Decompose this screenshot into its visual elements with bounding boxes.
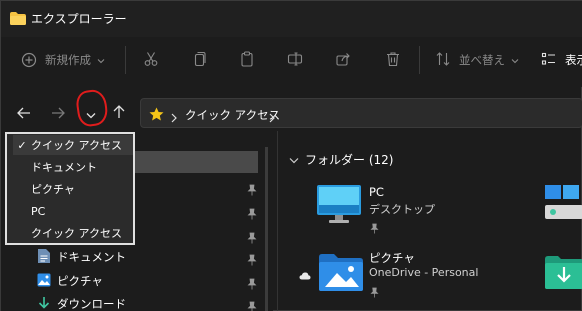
view-button-label: 表示 [565, 53, 582, 67]
star-icon [149, 106, 164, 125]
clipboard-icon [239, 50, 255, 70]
folders-group-header[interactable]: フォルダー (12) [289, 151, 393, 168]
pin-icon [370, 283, 379, 302]
rename-button[interactable] [287, 49, 303, 71]
picture-icon [37, 273, 51, 290]
delete-button[interactable] [385, 49, 401, 71]
paste-button[interactable] [239, 49, 255, 71]
breadcrumb-chevron-icon [269, 108, 275, 127]
view-button[interactable]: 表示 [541, 49, 582, 71]
up-button[interactable] [109, 103, 129, 123]
back-button[interactable] [14, 103, 34, 123]
arrow-up-icon [113, 104, 125, 123]
network-device-icon[interactable] [543, 183, 582, 223]
pin-icon [247, 298, 257, 311]
pin-icon [247, 275, 257, 290]
new-button-label: 新規作成 [45, 53, 91, 67]
tile-name[interactable]: ピクチャ [369, 250, 415, 266]
tile-name[interactable]: PC [369, 185, 384, 199]
chevron-down-icon [289, 153, 299, 167]
scissors-icon [143, 51, 159, 70]
menu-item-label: クイック アクセス [31, 227, 122, 240]
pin-icon [247, 181, 257, 196]
folder-app-icon [10, 10, 26, 25]
sidebar-scrollbar[interactable] [265, 147, 268, 311]
rename-icon [287, 51, 303, 70]
pin-icon [247, 229, 257, 244]
menu-item-label: PC [31, 204, 46, 218]
toolbar-separator [125, 46, 126, 74]
downloads-folder-icon[interactable] [543, 253, 582, 293]
menu-item-quick-access-2[interactable]: クイック アクセス [13, 223, 133, 243]
sort-button[interactable]: 並べ替え [435, 49, 519, 71]
view-list-icon [541, 51, 557, 70]
sidebar-item-downloads[interactable]: ダウンロード [37, 294, 126, 311]
document-icon [37, 248, 51, 267]
breadcrumb-chevron-icon [171, 108, 177, 127]
menu-item-quick-access[interactable]: ✓ クイック アクセス [13, 135, 133, 155]
sort-icon [435, 51, 451, 70]
arrow-right-icon [51, 104, 65, 123]
copy-button[interactable] [191, 49, 207, 71]
tile-subtitle: OneDrive - Personal [369, 266, 479, 279]
recent-locations-menu: ✓ クイック アクセス ドキュメント ピクチャ PC クイック アクセス [5, 132, 135, 245]
plus-circle-icon [21, 52, 37, 68]
menu-item-documents[interactable]: ドキュメント [13, 157, 133, 177]
pictures-folder-icon[interactable] [317, 251, 365, 293]
window-title: エクスプローラー [31, 12, 127, 26]
sidebar-item-label: ダウンロード [57, 297, 126, 311]
breadcrumb-quick-access[interactable]: クイック アクセス [185, 107, 280, 123]
menu-item-label: クイック アクセス [31, 139, 122, 152]
sidebar-item-label: ドキュメント [57, 250, 126, 264]
forward-button[interactable] [48, 103, 68, 123]
arrow-left-icon [17, 104, 31, 123]
toolbar-separator [419, 46, 420, 74]
group-title: フォルダー (12) [305, 153, 394, 167]
cut-button[interactable] [143, 49, 159, 71]
pane-divider[interactable] [277, 131, 278, 311]
sidebar-item-documents[interactable]: ドキュメント [37, 247, 126, 267]
share-icon [335, 51, 351, 70]
desktop-folder-icon[interactable] [315, 183, 363, 225]
checkmark-icon: ✓ [17, 138, 27, 152]
pin-icon [370, 219, 379, 238]
sidebar-item-label: ピクチャ [57, 274, 103, 288]
menu-item-label: ドキュメント [31, 161, 97, 174]
cloud-icon [299, 265, 311, 284]
chevron-down-icon [511, 53, 519, 67]
pin-icon [247, 251, 257, 266]
new-button[interactable]: 新規作成 [21, 49, 105, 71]
copy-icon [191, 51, 207, 70]
menu-item-pictures[interactable]: ピクチャ [13, 179, 133, 199]
chevron-down-icon [97, 53, 105, 67]
menu-item-pc[interactable]: PC [13, 201, 133, 221]
trash-icon [385, 51, 401, 70]
tile-subtitle: デスクトップ [369, 203, 435, 216]
download-icon [37, 296, 51, 311]
menu-item-label: ピクチャ [31, 183, 75, 196]
sort-button-label: 並べ替え [459, 53, 505, 67]
share-button[interactable] [335, 49, 351, 71]
red-circle-annotation [74, 88, 110, 128]
sidebar-item-pictures[interactable]: ピクチャ [37, 271, 103, 291]
pin-icon [247, 205, 257, 220]
